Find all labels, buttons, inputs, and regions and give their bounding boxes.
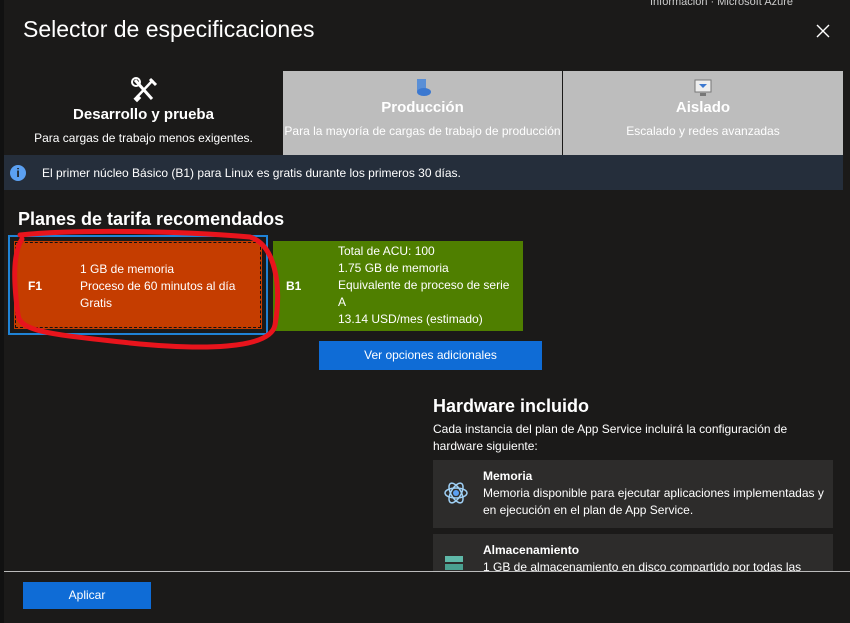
tab-label: Aislado bbox=[675, 99, 731, 116]
feature-name: Almacenamiento bbox=[483, 543, 580, 557]
hardware-title: Hardware incluido bbox=[433, 396, 590, 416]
tab-description: Escalado y redes avanzadas bbox=[626, 124, 780, 138]
feature-text: Memoria disponible para ejecutar aplicac… bbox=[483, 486, 824, 517]
plan-code: B1 bbox=[286, 279, 302, 293]
banner-text: El primer núcleo Básico (B1) para Linux … bbox=[42, 165, 461, 180]
plan-line: Equivalente de proceso de serie bbox=[338, 278, 510, 292]
plan-line: Proceso de 60 minutos al día bbox=[80, 279, 236, 293]
isolated-monitor-icon bbox=[694, 79, 712, 96]
apply-button[interactable]: Aplicar bbox=[23, 582, 151, 609]
feature-name: Memoria bbox=[483, 469, 533, 483]
page-title: Selector de especificaciones bbox=[23, 16, 315, 42]
plan-details: 1 GB de memoria Proceso de 60 minutos al… bbox=[80, 261, 235, 312]
server-cloud-icon bbox=[416, 79, 431, 96]
plan-card-b1[interactable]: B1 Total de ACU: 100 1.75 GB de memoria … bbox=[273, 241, 523, 331]
close-icon[interactable] bbox=[812, 20, 834, 42]
feature-storage: Almacenamiento 1 GB de almacenamiento en… bbox=[433, 534, 833, 574]
plan-card-f1[interactable]: F1 1 GB de memoria Proceso de 60 minutos… bbox=[14, 241, 262, 329]
tab-description: Para la mayoría de cargas de trabajo de … bbox=[284, 124, 561, 138]
plan-line: 1.75 GB de memoria bbox=[338, 261, 449, 275]
recommended-plans-title: Planes de tarifa recomendados bbox=[18, 209, 285, 229]
memory-atom-icon bbox=[444, 482, 468, 504]
tools-icon bbox=[130, 77, 157, 103]
plan-line: Total de ACU: 100 bbox=[338, 244, 435, 258]
plan-details: Total de ACU: 100 1.75 GB de memoria Equ… bbox=[338, 243, 509, 328]
plan-code: F1 bbox=[28, 279, 43, 293]
plan-line: 13.14 USD/mes (estimado) bbox=[338, 312, 483, 326]
more-options-button[interactable]: Ver opciones adicionales bbox=[319, 341, 542, 370]
tab-desarrollo-y-prueba[interactable]: Desarrollo y prueba Para cargas de traba… bbox=[4, 71, 283, 155]
tab-produccion[interactable]: Producción Para la mayoría de cargas de … bbox=[283, 71, 562, 155]
plan-line: Gratis bbox=[80, 296, 113, 310]
tab-label: Producción bbox=[381, 99, 464, 116]
plan-line: 1 GB de memoria bbox=[80, 262, 175, 276]
tab-aislado[interactable]: Aislado Escalado y redes avanzadas bbox=[563, 71, 843, 155]
info-banner: i El primer núcleo Básico (B1) para Linu… bbox=[4, 155, 843, 190]
hardware-description: Cada instancia del plan de App Service i… bbox=[433, 422, 788, 453]
plan-line: A bbox=[338, 295, 347, 309]
tab-description: Para cargas de trabajo menos exigentes. bbox=[34, 131, 253, 145]
feature-memory: Memoria Memoria disponible para ejecutar… bbox=[433, 460, 833, 528]
tab-label: Desarrollo y prueba bbox=[73, 106, 214, 123]
top-partial-text: Información · Microsoft Azure bbox=[650, 0, 850, 5]
info-icon: i bbox=[10, 164, 26, 181]
